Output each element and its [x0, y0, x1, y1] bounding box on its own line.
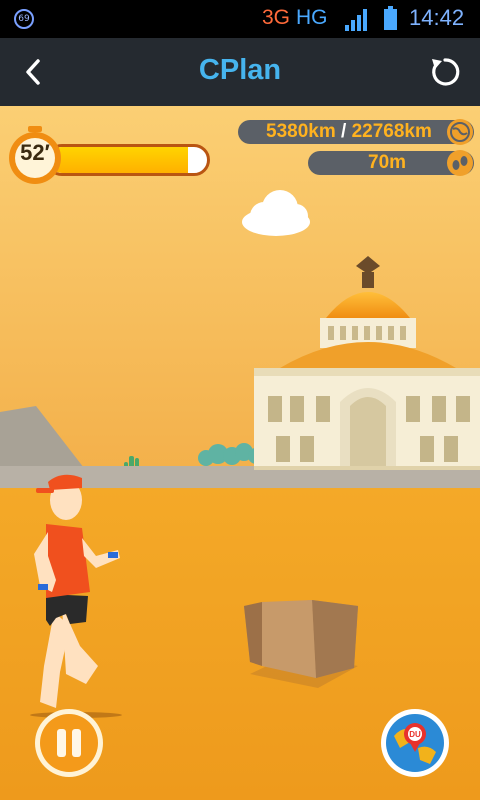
globe-icon: [447, 119, 473, 145]
distance-total: 22768km: [351, 121, 432, 142]
network-hg-indicator: HG: [296, 6, 328, 29]
notification-badge: 69: [14, 9, 34, 29]
refresh-icon[interactable]: [428, 55, 462, 89]
steps-value: 70m: [368, 152, 407, 173]
world-map-button[interactable]: DU: [380, 708, 450, 778]
distance-separator: /: [335, 121, 352, 142]
footprints-icon: [447, 150, 473, 176]
app-bar: CPlan: [0, 38, 480, 106]
cardboard-box: [244, 600, 358, 688]
timer-value: 52′: [20, 140, 50, 165]
signal-icon: [345, 9, 367, 31]
network-3g-indicator: 3G: [262, 6, 291, 29]
distance-readout: 5380km / 22768km: [266, 121, 432, 143]
game-scene: [0, 106, 480, 800]
status-bar: 69 3G HG 14:42: [0, 0, 480, 38]
progress-bar: [46, 144, 210, 176]
distance-current: 5380km: [266, 121, 336, 142]
progress-fill: [49, 147, 189, 173]
scene-illustration: [0, 106, 480, 800]
page-title: CPlan: [198, 54, 282, 86]
map-badge: DU: [409, 730, 421, 739]
pause-button[interactable]: [34, 708, 104, 778]
battery-icon: [384, 6, 397, 30]
clock: 14:42: [409, 5, 465, 30]
